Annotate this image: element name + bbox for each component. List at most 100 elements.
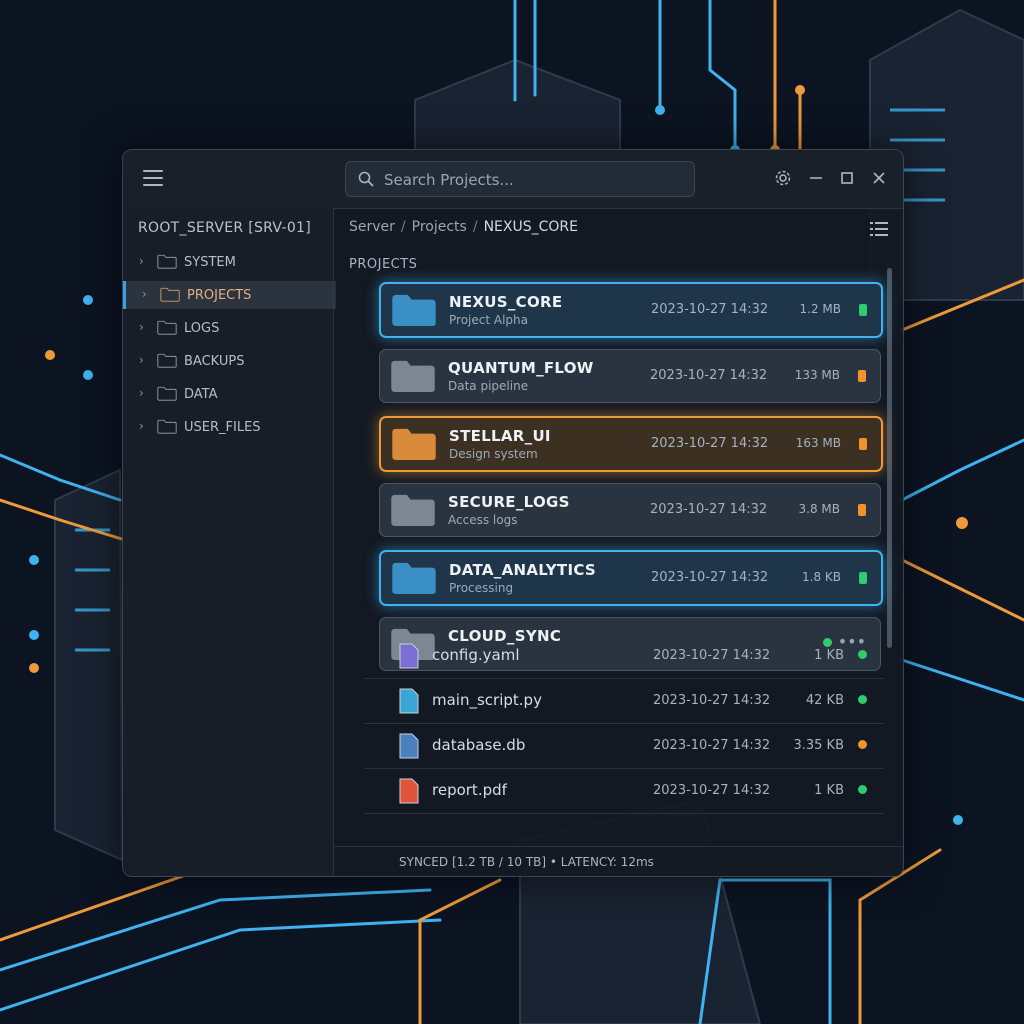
project-date: 2023-10-27 14:32 [651, 302, 769, 317]
maximize-icon[interactable] [838, 169, 856, 187]
search-input[interactable] [382, 168, 686, 192]
close-icon[interactable] [870, 169, 888, 187]
file-row[interactable]: config.yaml 2023-10-27 14:32 1 KB [364, 634, 884, 679]
status-indicator [859, 438, 867, 450]
project-card[interactable]: QUANTUM_FLOW Data pipeline 2023-10-27 14:3… [379, 349, 881, 403]
project-description: Processing [449, 581, 514, 595]
project-card[interactable]: SECURE_LOGS Access logs 2023-10-27 14:32 3.… [379, 483, 881, 537]
project-size: 133 MB [794, 368, 840, 382]
chevron-right-icon[interactable]: › [142, 287, 147, 301]
search-icon [358, 171, 374, 187]
project-name: NEXUS_CORE [449, 293, 563, 311]
folder-icon [157, 320, 177, 335]
sidebar: ROOT_SERVER [SRV-01] › SYSTEM › PROJECTS › LO… [123, 208, 336, 876]
status-indicator [858, 785, 867, 794]
project-name: STELLAR_UI [449, 427, 551, 445]
gear-icon[interactable] [774, 169, 792, 187]
sidebar-item-label: BACKUPS [184, 354, 245, 369]
project-size: 163 MB [795, 436, 841, 450]
file-name: database.db [432, 736, 526, 754]
status-indicator [858, 504, 866, 516]
file-date: 2023-10-27 14:32 [653, 648, 771, 663]
chevron-right-icon[interactable]: › [139, 386, 144, 400]
sidebar-item-label: DATA [184, 387, 218, 402]
status-indicator [858, 650, 867, 659]
status-indicator [858, 740, 867, 749]
server-title: ROOT_SERVER [SRV-01] [138, 220, 312, 236]
project-size: 1.8 KB [802, 570, 841, 584]
sidebar-item-projects[interactable]: › PROJECTS [123, 281, 336, 309]
file-date: 2023-10-27 14:32 [653, 783, 771, 798]
breadcrumb-item-server[interactable]: Server [349, 219, 395, 235]
project-description: Access logs [448, 513, 518, 527]
folder-icon [392, 428, 436, 461]
project-date: 2023-10-27 14:32 [650, 502, 768, 517]
status-text: SYNCED [1.2 TB / 10 TB] • LATENCY: 12ms [399, 855, 654, 869]
status-bar: SYNCED [1.2 TB / 10 TB] • LATENCY: 12ms [334, 846, 903, 876]
title-bar [123, 150, 903, 209]
scrollbar[interactable] [887, 268, 892, 648]
project-name: SECURE_LOGS [448, 493, 570, 511]
file-row[interactable]: report.pdf 2023-10-27 14:32 1 KB [364, 769, 884, 814]
project-description: Design system [449, 447, 538, 461]
project-date: 2023-10-27 14:32 [650, 368, 768, 383]
file-row[interactable]: database.db 2023-10-27 14:32 3.35 KB [364, 724, 884, 769]
file-size: 3.35 KB [793, 738, 844, 753]
folder-icon [392, 294, 436, 327]
project-card[interactable]: NEXUS_CORE Project Alpha 2023-10-27 14:32 1… [379, 282, 883, 338]
file-date: 2023-10-27 14:32 [653, 738, 771, 753]
status-indicator [859, 304, 867, 316]
project-description: Data pipeline [448, 379, 529, 393]
file-name: report.pdf [432, 781, 507, 799]
folder-icon [157, 353, 177, 368]
sidebar-item-label: USER_FILES [184, 420, 261, 435]
status-indicator [858, 370, 866, 382]
sidebar-item-user-files[interactable]: › USER_FILES [123, 413, 333, 441]
file-date: 2023-10-27 14:32 [653, 693, 771, 708]
file-name: config.yaml [432, 646, 520, 664]
sidebar-item-backups[interactable]: › BACKUPS [123, 347, 333, 375]
breadcrumb: Server / Projects / NEXUS_CORE [349, 219, 578, 235]
project-size: 1.2 MB [799, 302, 841, 316]
project-card[interactable]: STELLAR_UI Design system 2023-10-27 14:32 1… [379, 416, 883, 472]
chevron-right-icon[interactable]: › [139, 353, 144, 367]
chevron-right-icon[interactable]: › [139, 419, 144, 433]
project-card[interactable]: DATA_ANALYTICS Processing 2023-10-27 14:32… [379, 550, 883, 606]
python-file-icon [399, 688, 419, 714]
project-size: 3.8 MB [798, 502, 840, 516]
section-label: PROJECTS [349, 257, 418, 272]
breadcrumb-item-projects[interactable]: Projects [412, 219, 467, 235]
sidebar-item-label: PROJECTS [187, 288, 252, 303]
chevron-right-icon[interactable]: › [139, 320, 144, 334]
status-indicator [859, 572, 867, 584]
folder-icon [391, 494, 435, 527]
file-size: 1 KB [814, 648, 844, 663]
main-panel: Server / Projects / NEXUS_CORE PROJECTS NEXU… [334, 208, 903, 876]
file-row[interactable]: main_script.py 2023-10-27 14:32 42 KB [364, 679, 884, 724]
sidebar-item-label: LOGS [184, 321, 220, 336]
database-file-icon [399, 733, 419, 759]
sidebar-item-data[interactable]: › DATA [123, 380, 333, 408]
breadcrumb-current: NEXUS_CORE [483, 219, 578, 235]
search-box[interactable] [345, 161, 695, 197]
folder-icon [391, 360, 435, 393]
code-file-icon [399, 643, 419, 669]
menu-icon[interactable] [143, 170, 163, 186]
file-explorer-window: ROOT_SERVER [SRV-01] › SYSTEM › PROJECTS › LO… [122, 149, 904, 877]
minimize-icon[interactable] [807, 169, 825, 187]
sidebar-item-label: SYSTEM [184, 255, 236, 270]
project-description: Project Alpha [449, 313, 528, 327]
folder-icon [157, 386, 177, 401]
file-size: 1 KB [814, 783, 844, 798]
project-date: 2023-10-27 14:32 [651, 436, 769, 451]
pdf-file-icon [399, 778, 419, 804]
sidebar-item-logs[interactable]: › LOGS [123, 314, 333, 342]
chevron-right-icon[interactable]: › [139, 254, 144, 268]
folder-icon [157, 419, 177, 434]
folder-icon [160, 287, 180, 302]
folder-icon [392, 562, 436, 595]
file-name: main_script.py [432, 691, 542, 709]
list-view-icon[interactable] [870, 221, 888, 237]
sidebar-item-system[interactable]: › SYSTEM [123, 248, 333, 276]
status-indicator [858, 695, 867, 704]
